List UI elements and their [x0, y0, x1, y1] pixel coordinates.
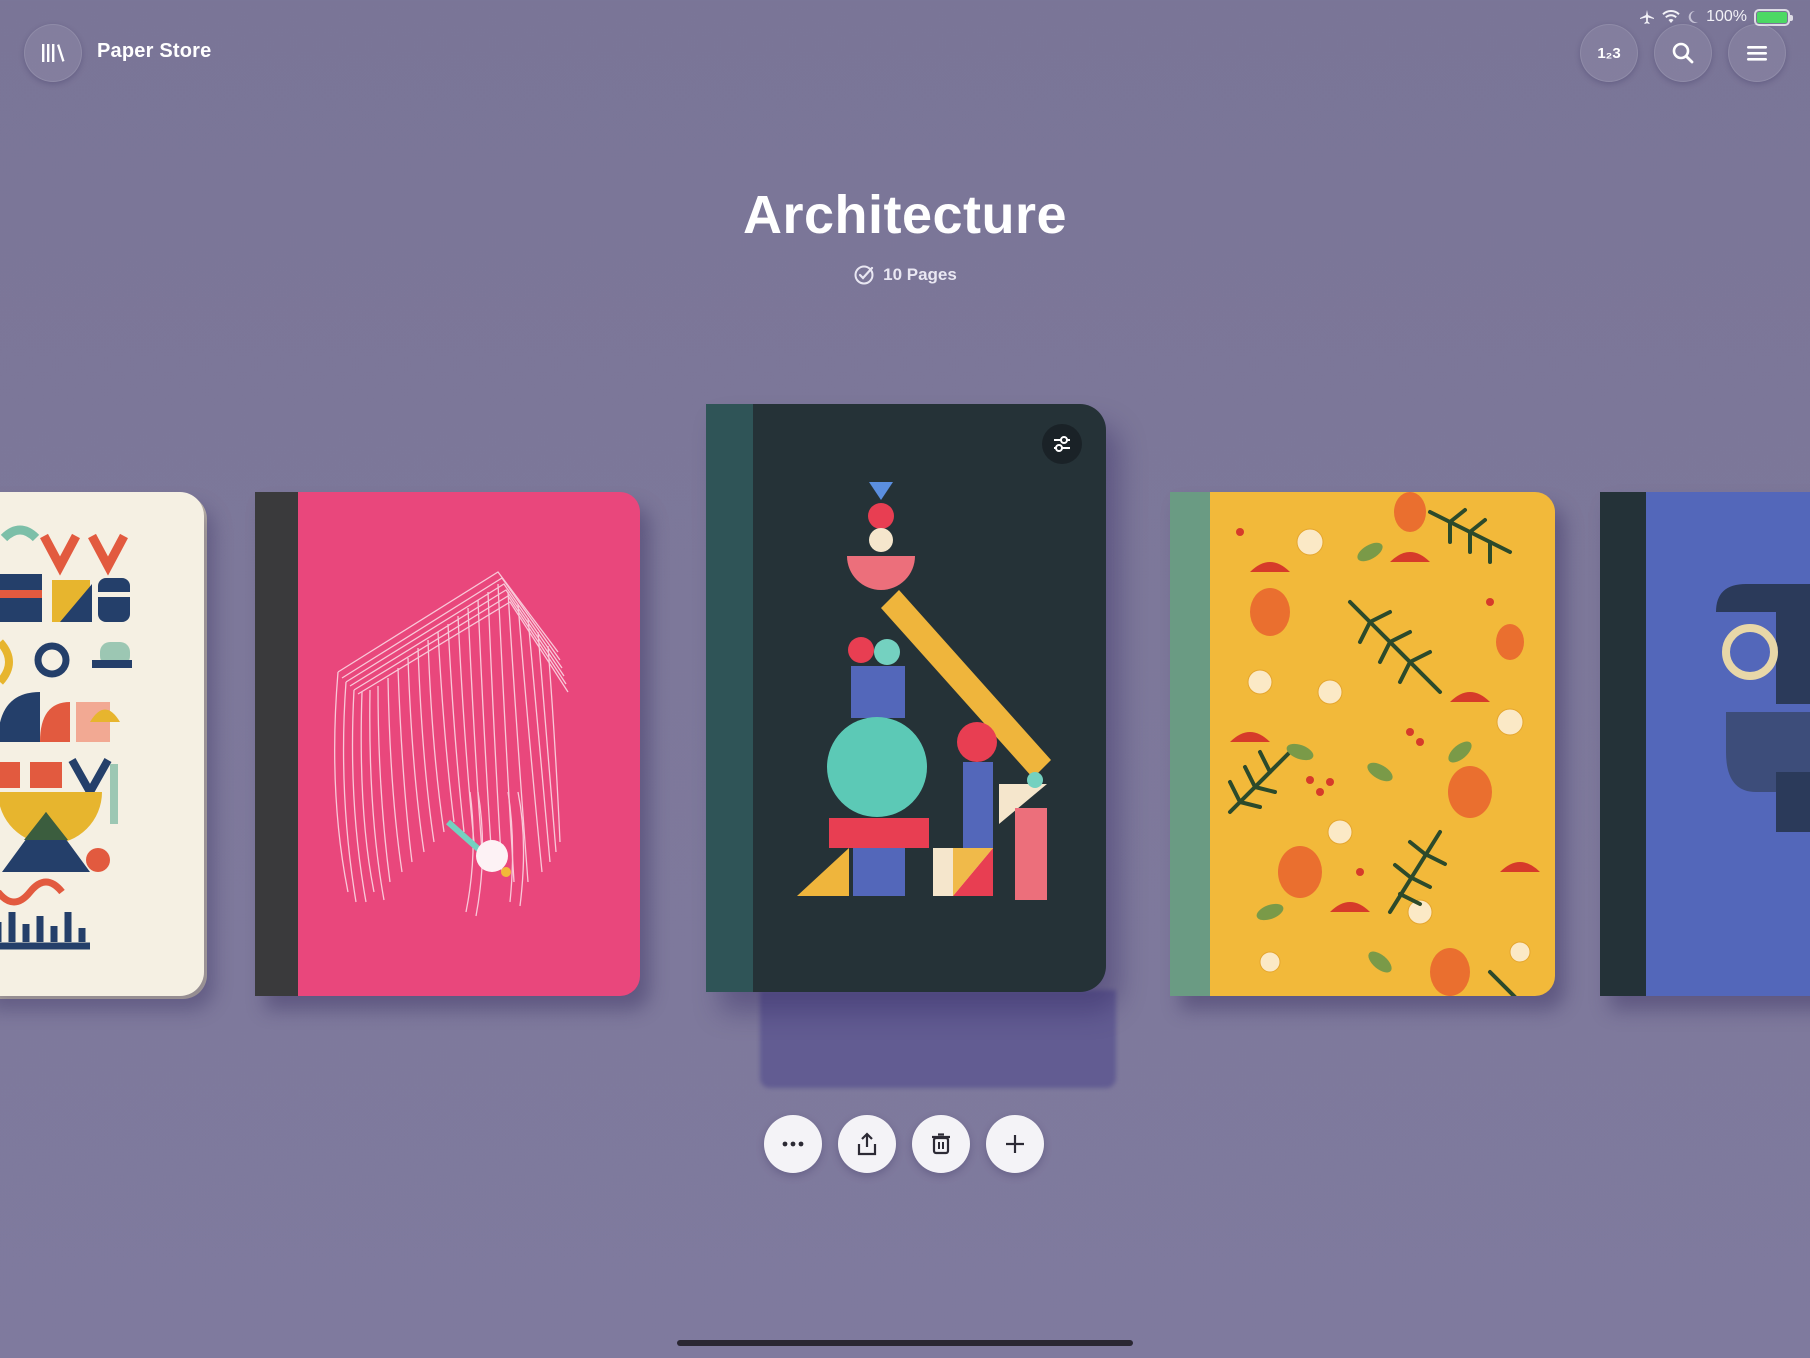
- notebook-title[interactable]: Architecture: [0, 184, 1810, 246]
- cover-settings-button[interactable]: [1042, 424, 1082, 464]
- floral-pattern-illustration: [1228, 492, 1540, 996]
- notebook-cover-architecture[interactable]: [706, 404, 1106, 992]
- selected-notebook-shadow: [760, 990, 1116, 1088]
- menu-button[interactable]: [1728, 24, 1786, 82]
- page-count-label: 10 Pages: [883, 265, 957, 284]
- app-title: Paper Store: [97, 40, 212, 62]
- battery-icon: [1754, 8, 1793, 26]
- notebook-action-bar: [764, 1115, 1044, 1173]
- share-icon: [857, 1132, 877, 1156]
- notebook-cover-yellow-floral[interactable]: [1170, 492, 1555, 996]
- notebook-spine: [1600, 492, 1646, 996]
- wifi-icon: [1662, 10, 1680, 23]
- notebook-cover-pink-sketch[interactable]: [255, 492, 640, 996]
- notebook-cover-blue-face[interactable]: [1600, 492, 1810, 996]
- delete-button[interactable]: [912, 1115, 970, 1173]
- search-icon: [1672, 42, 1694, 64]
- share-button[interactable]: [838, 1115, 896, 1173]
- airplane-icon: [1640, 10, 1655, 24]
- check-circle-icon: [854, 265, 874, 285]
- search-button[interactable]: [1654, 24, 1712, 82]
- library-icon: [42, 44, 65, 62]
- moon-icon: [1688, 10, 1699, 23]
- library-button[interactable]: [24, 24, 82, 82]
- status-bar: 100%: [1639, 6, 1793, 28]
- sliders-icon: [1054, 436, 1070, 452]
- geometric-architecture-illustration: [797, 482, 1051, 900]
- add-page-button[interactable]: [986, 1115, 1044, 1173]
- page-count: 10 Pages: [0, 264, 1810, 286]
- number-sort-icon: 1₂3: [1597, 44, 1621, 62]
- notebook-cover-patterned-cream[interactable]: [0, 492, 204, 996]
- home-indicator[interactable]: [677, 1340, 1133, 1346]
- trash-icon: [932, 1133, 950, 1155]
- abstract-pattern-illustration: [0, 525, 132, 950]
- notebook-spine: [706, 404, 753, 992]
- hamburger-menu-icon: [1747, 46, 1767, 61]
- number-sort-button[interactable]: 1₂3: [1580, 24, 1638, 82]
- more-options-button[interactable]: [764, 1115, 822, 1173]
- notebook-spine: [255, 492, 298, 996]
- face-illustration: [1716, 584, 1810, 832]
- battery-percent: 100%: [1706, 8, 1747, 25]
- sketch-illustration: [334, 571, 569, 917]
- notebook-spine: [1170, 492, 1210, 996]
- plus-icon: [1006, 1135, 1024, 1153]
- more-icon: [782, 1141, 804, 1147]
